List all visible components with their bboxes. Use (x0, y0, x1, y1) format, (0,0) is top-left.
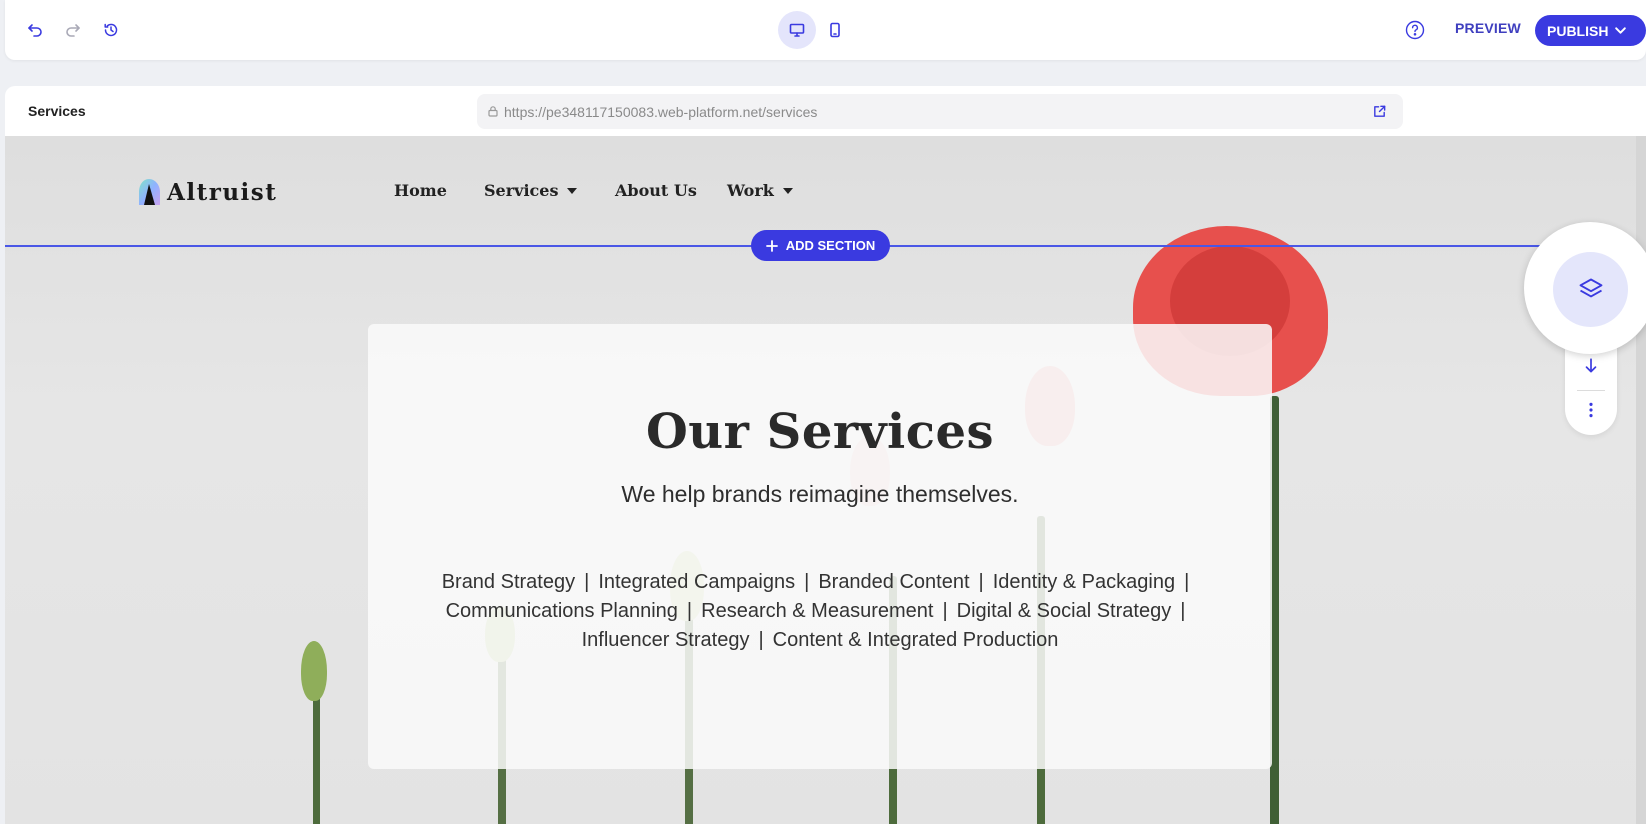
add-section-label: ADD SECTION (785, 238, 876, 253)
mobile-icon (830, 22, 840, 38)
layers-button[interactable] (1553, 252, 1628, 327)
more-vertical-icon[interactable] (1582, 401, 1600, 419)
desktop-icon (789, 23, 805, 37)
editor-toolbar: PREVIEW PUBLISH (5, 0, 1646, 60)
publish-button[interactable]: PUBLISH (1535, 15, 1646, 46)
service-item: Research & Measurement (701, 600, 934, 622)
help-icon[interactable] (1404, 19, 1426, 41)
mobile-view-button[interactable] (816, 11, 854, 49)
nav-item-home[interactable]: Home (394, 181, 447, 200)
history-icon[interactable] (99, 18, 123, 42)
nav-item-services[interactable]: Services (484, 181, 578, 200)
redo-icon[interactable] (61, 18, 85, 42)
page-subtitle: We help brands reimagine themselves. (621, 481, 1019, 507)
chevron-down-icon (1615, 27, 1627, 34)
preview-frame-bar: Services https://pe348117150083.web-plat… (5, 86, 1646, 136)
section-controls-panel (1565, 345, 1617, 435)
external-link-icon[interactable] (1372, 104, 1387, 119)
plus-icon (765, 239, 778, 252)
desktop-view-button[interactable] (778, 11, 816, 49)
logo-text: Altruist (167, 178, 278, 206)
page-name: Services (28, 103, 86, 119)
nav-item-about-us[interactable]: About Us (615, 181, 697, 200)
nav-label: Work (727, 181, 774, 200)
services-list: Brand Strategy | Integrated Campaigns | Bran… (398, 568, 1242, 655)
logo-mark-icon (139, 179, 160, 205)
nav-item-work[interactable]: Work (727, 181, 793, 200)
page-url: https://pe348117150083.web-platform.net/… (504, 104, 818, 120)
caret-down-icon (567, 187, 578, 194)
nav-label: Services (484, 181, 559, 200)
service-item: Brand Strategy (441, 571, 576, 593)
page-title: Our Services (645, 404, 995, 460)
separator: | (686, 600, 693, 622)
undo-icon[interactable] (23, 18, 47, 42)
service-item: Digital & Social Strategy (956, 600, 1172, 622)
separator: | (942, 600, 948, 622)
service-item: Influencer Strategy (581, 629, 750, 651)
separator: | (1184, 571, 1190, 593)
service-item: Content & Integrated Production (772, 629, 1059, 651)
layers-button-halo (1524, 222, 1646, 354)
preview-button[interactable]: PREVIEW (1455, 20, 1521, 36)
nav-label: Home (394, 181, 447, 200)
separator: | (584, 571, 590, 593)
arrow-down-icon[interactable] (1582, 357, 1600, 375)
url-bar: https://pe348117150083.web-platform.net/… (477, 94, 1403, 129)
caret-down-icon (782, 187, 793, 194)
service-item: Branded Content (818, 571, 970, 593)
site-logo[interactable]: Altruist (138, 178, 277, 206)
separator: | (1180, 600, 1186, 622)
service-item: Integrated Campaigns (598, 571, 796, 593)
nav-label: About Us (615, 181, 697, 200)
add-section-button[interactable]: ADD SECTION (751, 230, 890, 261)
layers-icon (1579, 278, 1602, 297)
divider (1577, 390, 1605, 391)
site-canvas: Altruist Home Services About Us Work ADD… (5, 136, 1646, 824)
separator: | (978, 571, 984, 593)
separator: | (804, 571, 810, 593)
publish-label: PUBLISH (1547, 22, 1609, 39)
services-card[interactable]: Our Services We help brands reimagine th… (368, 324, 1272, 769)
service-item: Identity & Packaging (992, 571, 1176, 593)
lock-icon (488, 106, 498, 117)
separator: | (758, 629, 764, 651)
service-item: Communications Planning (445, 600, 678, 622)
